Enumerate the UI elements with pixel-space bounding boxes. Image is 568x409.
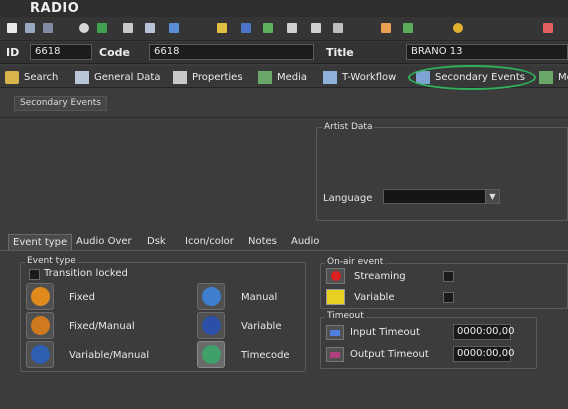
divider: [0, 117, 568, 118]
code-field[interactable]: 6618: [149, 44, 314, 60]
stack-icon[interactable]: [238, 20, 254, 36]
media-icon: [539, 71, 553, 84]
clock-check-icon: [202, 345, 221, 364]
event-type-title: Event type: [25, 256, 78, 266]
window-icon[interactable]: [308, 20, 324, 36]
subtab-secondary-events[interactable]: Secondary Events: [14, 96, 107, 111]
tab-more[interactable]: Me: [536, 69, 568, 86]
language-select[interactable]: ▼: [383, 189, 500, 204]
fixed-label: Fixed: [69, 292, 95, 303]
id-label: ID: [6, 46, 20, 59]
tab-audio-over[interactable]: Audio Over: [72, 234, 136, 250]
tab-label: General Data: [94, 72, 161, 83]
save-icon[interactable]: [22, 20, 38, 36]
properties-icon: [173, 71, 187, 84]
arrows-icon: [202, 316, 221, 335]
manual-button[interactable]: [197, 283, 225, 310]
input-timeout-field[interactable]: 0000:00,00: [453, 324, 514, 340]
timeout-title: Timeout: [325, 311, 366, 321]
tab-notes[interactable]: Notes: [244, 234, 281, 250]
document-icon[interactable]: [378, 20, 394, 36]
effects-icon[interactable]: [214, 20, 230, 36]
tab-properties[interactable]: Properties: [170, 69, 243, 86]
timecode-label: Timecode: [241, 350, 290, 361]
transition-locked-label: Transition locked: [44, 268, 128, 279]
variable-manual-icon: [31, 345, 50, 364]
tab-label: Media: [277, 72, 308, 83]
search-icon: [5, 71, 19, 84]
tab-dsk[interactable]: Dsk: [143, 234, 170, 250]
network-icon[interactable]: [142, 20, 158, 36]
fixed-manual-label: Fixed/Manual: [69, 321, 135, 332]
tab-event-type[interactable]: Event type: [8, 234, 73, 250]
title-field[interactable]: BRANO 13: [406, 44, 568, 60]
timecode-button[interactable]: [197, 341, 225, 368]
tab-t-workflow[interactable]: T-Workflow: [320, 69, 396, 86]
transition-locked-checkbox[interactable]: [29, 269, 40, 280]
variable-manual-label: Variable/Manual: [69, 350, 150, 361]
streaming-label: Streaming: [354, 271, 406, 282]
tab-general-data[interactable]: General Data: [72, 69, 160, 86]
tab-label: Properties: [192, 72, 243, 83]
tab-audio[interactable]: Audio: [287, 234, 323, 250]
title-bar: RADIO: [0, 0, 568, 17]
tab-label: Search: [24, 72, 59, 83]
toolbar: [0, 17, 568, 41]
lock-icon: [31, 287, 50, 306]
output-timeout-field[interactable]: 0000:00,00: [453, 346, 514, 362]
variable-label: Variable: [241, 321, 282, 332]
workflow-icon: [323, 71, 337, 84]
media-icon[interactable]: [400, 20, 416, 36]
on-air-variable-label: Variable: [354, 292, 395, 303]
new-doc-icon[interactable]: [4, 20, 20, 36]
manual-label: Manual: [241, 292, 278, 303]
artist-data-title: Artist Data: [322, 122, 375, 132]
tab-icon-color[interactable]: Icon/color: [181, 234, 238, 250]
lock-hand-icon: [31, 316, 50, 335]
output-timeout-icon: [326, 347, 344, 362]
title-label: Title: [326, 46, 354, 59]
globe-icon[interactable]: [450, 20, 466, 36]
input-timeout-label: Input Timeout: [350, 327, 420, 338]
spreadsheet-icon[interactable]: [94, 20, 110, 36]
schedule-icon[interactable]: [260, 20, 276, 36]
preview-icon[interactable]: [330, 20, 346, 36]
output-timeout-label: Output Timeout: [350, 349, 429, 360]
calendar-icon[interactable]: [540, 20, 556, 36]
fixed-button[interactable]: [26, 283, 54, 310]
streaming-checkbox[interactable]: [443, 271, 454, 282]
divider: [0, 250, 568, 251]
chevron-down-icon[interactable]: ▼: [485, 190, 499, 203]
id-field[interactable]: 6618: [30, 44, 92, 60]
input-timeout-icon: [326, 325, 344, 340]
code-label: Code: [99, 46, 130, 59]
tab-search[interactable]: Search: [2, 69, 58, 86]
record-header: ID 6618 Code 6618 Title BRANO 13: [0, 42, 568, 64]
highlight-ellipse: [408, 65, 536, 90]
variable-manual-button[interactable]: [26, 341, 54, 368]
on-air-event-title: On-air event: [325, 257, 386, 267]
hand-icon: [202, 287, 221, 306]
streaming-icon: [326, 268, 345, 284]
tab-label: T-Workflow: [342, 72, 397, 83]
language-label: Language: [323, 193, 373, 204]
artist-data-group: [316, 127, 568, 221]
media-icon: [258, 71, 272, 84]
variable-button[interactable]: [197, 312, 225, 339]
app-title: RADIO: [30, 1, 80, 16]
save-all-icon[interactable]: [40, 20, 56, 36]
tab-label: Me: [558, 72, 568, 83]
dog-icon[interactable]: [284, 20, 300, 36]
fixed-manual-button[interactable]: [26, 312, 54, 339]
copy-icon[interactable]: [120, 20, 136, 36]
tools-icon[interactable]: [166, 20, 182, 36]
variable-wave-icon: [326, 289, 345, 305]
on-air-variable-checkbox[interactable]: [443, 292, 454, 303]
undo-icon[interactable]: [76, 20, 92, 36]
tab-media[interactable]: Media: [255, 69, 307, 86]
database-icon: [75, 71, 89, 84]
